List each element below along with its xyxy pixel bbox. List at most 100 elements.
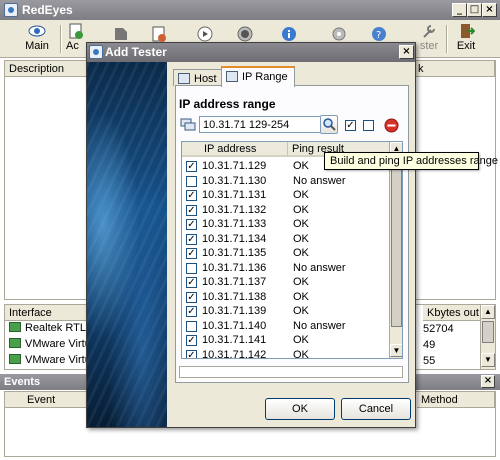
list-item[interactable]: ✓ 10.31.71.141 OK xyxy=(182,333,390,348)
gear-icon xyxy=(332,27,346,41)
network-range-icon xyxy=(180,118,196,131)
row-checkbox[interactable]: ✓ xyxy=(186,161,197,172)
row-checkbox[interactable]: ✓ xyxy=(186,190,197,201)
interface-row[interactable]: VMware Virtu xyxy=(9,354,91,369)
add-tester-dialog: Add Tester × Host IP Range IP address ra… xyxy=(86,42,416,428)
ip-range-input[interactable] xyxy=(199,116,321,133)
list-scrollbar[interactable]: ▲ ▼ xyxy=(389,142,402,358)
main-titlebar[interactable]: RedEyes _ □ × xyxy=(0,0,500,20)
ping-result-cell: No answer xyxy=(293,261,346,274)
list-item[interactable]: ✓ 10.31.71.134 OK xyxy=(182,232,390,247)
row-checkbox[interactable]: ✓ xyxy=(186,219,197,230)
interface-row[interactable]: VMware Virtu xyxy=(9,338,91,353)
column-header-k[interactable]: k xyxy=(415,61,495,77)
row-checkbox[interactable]: ✓ xyxy=(186,277,197,288)
minimize-button[interactable]: _ xyxy=(452,3,467,17)
plug-icon xyxy=(115,28,127,40)
ping-result-cell: OK xyxy=(293,218,309,230)
main-button[interactable]: Main xyxy=(20,23,54,55)
row-checkbox[interactable] xyxy=(186,320,197,332)
column-header-interface[interactable]: Interface xyxy=(5,305,87,321)
events-close-button[interactable]: × xyxy=(481,375,495,388)
row-checkbox[interactable]: ✓ xyxy=(186,233,197,245)
uncheck-all-checkbox[interactable] xyxy=(363,120,374,131)
ok-button[interactable]: OK xyxy=(265,398,335,420)
list-item[interactable]: ✓ 10.31.71.132 OK xyxy=(182,203,390,218)
app-icon xyxy=(4,3,18,17)
ping-result-cell: OK xyxy=(293,247,309,259)
dialog-titlebar[interactable]: Add Tester × xyxy=(87,43,415,62)
column-header-method[interactable]: Method xyxy=(417,392,495,408)
dialog-app-icon xyxy=(89,45,103,59)
row-checkbox[interactable]: ✓ xyxy=(186,248,197,259)
ip-address-cell: 10.31.71.130 xyxy=(202,174,267,187)
ping-result-cell: OK xyxy=(293,276,309,288)
ip-results-list[interactable]: IP address Ping result ✓ 10.31.71.129 OK 10… xyxy=(181,141,403,359)
info-icon xyxy=(282,27,296,41)
interface-row[interactable]: Realtek RTL xyxy=(9,322,86,337)
ping-result-cell: OK xyxy=(293,290,309,303)
dialog-close-button[interactable]: × xyxy=(399,45,414,59)
build-ping-tooltip: Build and ping IP addresses range xyxy=(324,152,498,170)
scroll-up-arrow-icon[interactable]: ▲ xyxy=(481,305,495,319)
ip-range-heading: IP address range xyxy=(179,97,276,111)
stop-icon xyxy=(237,26,253,42)
scroll-down-arrow-icon[interactable]: ▼ xyxy=(481,353,495,367)
ping-result-cell: OK xyxy=(293,232,309,245)
ip-address-cell: 10.31.71.134 xyxy=(202,232,267,245)
build-ping-button[interactable] xyxy=(320,115,338,134)
row-checkbox[interactable]: ✓ xyxy=(186,306,197,317)
list-item[interactable]: 10.31.71.140 No answer xyxy=(182,319,390,334)
wrench-icon xyxy=(423,25,435,38)
stop-red-icon[interactable] xyxy=(384,118,399,133)
ip-address-cell: 10.31.71.142 xyxy=(202,348,267,359)
list-item[interactable]: ✓ 10.31.71.135 OK xyxy=(182,246,390,261)
list-item[interactable]: ✓ 10.31.71.131 OK xyxy=(182,188,390,203)
list-item[interactable]: 10.31.71.136 No answer xyxy=(182,261,390,276)
column-header-description[interactable]: Description xyxy=(5,61,87,77)
main-window-title: RedEyes xyxy=(22,3,73,17)
cancel-button[interactable]: Cancel xyxy=(341,398,411,420)
row-checkbox[interactable]: ✓ xyxy=(186,335,197,346)
list-item[interactable]: ✓ 10.31.71.133 OK xyxy=(182,217,390,232)
column-header-event[interactable]: Event xyxy=(5,392,87,408)
row-checkbox[interactable]: ✓ xyxy=(186,204,197,216)
close-button[interactable]: × xyxy=(482,3,497,17)
main-button-label: Main xyxy=(25,40,49,52)
list-item[interactable]: ✓ 10.31.71.139 OK xyxy=(182,304,390,319)
row-checkbox[interactable]: ✓ xyxy=(186,291,197,303)
list-scroll-down-arrow-icon[interactable]: ▼ xyxy=(390,344,402,357)
ping-result-cell: OK xyxy=(293,348,309,359)
row-checkbox[interactable] xyxy=(186,262,197,274)
row-checkbox[interactable] xyxy=(186,175,197,187)
ip-address-cell: 10.31.71.129 xyxy=(202,160,267,172)
list-item[interactable]: ✓ 10.31.71.142 OK xyxy=(182,348,390,359)
computer-icon xyxy=(178,73,190,84)
column-header-kbytes-out[interactable]: Kbytes out xyxy=(423,305,481,321)
maximize-button[interactable]: □ xyxy=(467,3,482,17)
check-all-checkbox[interactable]: ✓ xyxy=(345,120,356,131)
list-scroll-thumb[interactable] xyxy=(391,157,402,327)
kbytes-out-value: 49 xyxy=(423,339,436,351)
ping-result-cell: No answer xyxy=(293,174,346,187)
column-header-ip-address[interactable]: IP address xyxy=(182,142,288,157)
ip-address-cell: 10.31.71.140 xyxy=(202,319,267,332)
list-item[interactable]: ✓ 10.31.71.137 OK xyxy=(182,275,390,290)
tab-ip-range[interactable]: IP Range xyxy=(221,66,295,87)
add-button[interactable]: Ac xyxy=(66,23,86,55)
kbytes-out-value: 55 xyxy=(423,355,436,367)
play-icon xyxy=(197,26,213,42)
row-checkbox[interactable]: ✓ xyxy=(186,349,197,358)
tester-button[interactable]: ster xyxy=(416,23,442,55)
scroll-thumb[interactable] xyxy=(482,321,494,343)
tab-host[interactable]: Host xyxy=(173,69,224,86)
exit-button[interactable]: Exit xyxy=(452,23,480,55)
ping-result-cell: OK xyxy=(293,189,309,201)
list-item[interactable]: ✓ 10.31.71.138 OK xyxy=(182,290,390,305)
list-item[interactable]: 10.31.71.130 No answer xyxy=(182,174,390,189)
ip-address-cell: 10.31.71.137 xyxy=(202,276,267,288)
help-icon: ? xyxy=(372,27,386,41)
interfaces-scrollbar[interactable]: ▲ ▼ xyxy=(480,305,495,369)
magnifier-icon xyxy=(322,118,336,131)
ping-result-cell: OK xyxy=(293,203,309,216)
